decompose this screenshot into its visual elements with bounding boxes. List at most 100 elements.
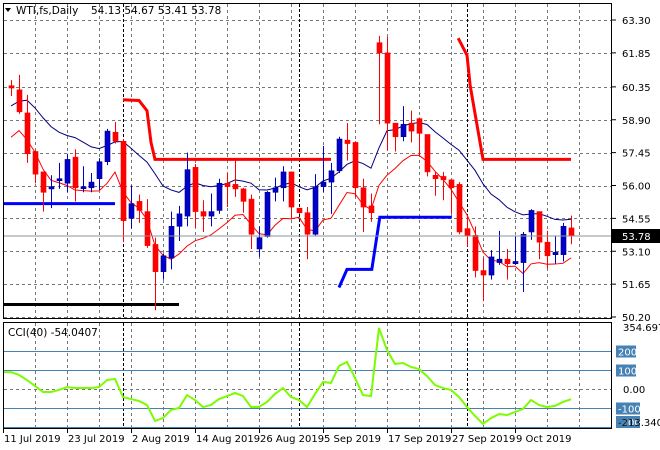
candle-body <box>192 167 199 212</box>
candle-body <box>448 179 455 189</box>
date-label: 9 Oct 2019 <box>516 434 571 445</box>
candle[interactable] <box>424 134 431 177</box>
cci-title: CCI(40) -54.0407 <box>8 327 98 339</box>
candle-body <box>8 85 15 89</box>
cci-level-label: 200 <box>618 348 637 359</box>
price-label: 61.85 <box>622 49 651 60</box>
candle-body <box>56 178 63 182</box>
candle-body <box>264 192 271 237</box>
candle-body <box>320 181 327 187</box>
date-label: 17 Sep 2019 <box>388 434 451 445</box>
candle-body <box>144 211 151 246</box>
candle-body <box>176 213 183 227</box>
candle-body <box>216 182 223 211</box>
candle[interactable] <box>296 207 303 214</box>
candle-body <box>232 184 239 190</box>
candle[interactable] <box>216 178 223 214</box>
candle[interactable] <box>456 182 463 235</box>
candle-body <box>304 212 311 235</box>
candle-body <box>528 210 535 233</box>
candle[interactable] <box>104 128 111 166</box>
price-label: 58.90 <box>622 116 651 127</box>
candle-body <box>536 211 543 243</box>
candle-body <box>112 131 119 142</box>
candle-body <box>272 187 279 193</box>
candle-body <box>152 244 159 272</box>
candle-body <box>160 255 167 272</box>
candle-body <box>464 228 471 236</box>
candle-body <box>72 156 79 189</box>
candle-body <box>48 186 55 190</box>
candle-body <box>96 161 103 180</box>
candle-body <box>488 256 495 276</box>
candle-body <box>336 138 343 172</box>
candle-body <box>328 170 335 183</box>
price-label: 63.30 <box>622 16 651 27</box>
symbol-label: WTI,fs,Daily <box>16 5 78 17</box>
candle-body <box>136 201 143 211</box>
candle[interactable] <box>264 191 271 238</box>
candle-body <box>416 118 423 134</box>
candle-body <box>352 142 359 189</box>
candle-body <box>552 252 559 255</box>
candle-body <box>168 226 175 259</box>
price-label: 54.55 <box>622 214 651 225</box>
candle-body <box>184 169 191 217</box>
cci-level-label: -100 <box>618 405 641 416</box>
candle-body <box>296 207 303 214</box>
candle[interactable] <box>336 136 343 174</box>
ohlc-values: 54.13 54.67 53.41 53.78 <box>91 5 221 17</box>
cci-max-label: 354.6973 <box>623 323 660 334</box>
candle-body <box>568 227 575 237</box>
candle-body <box>544 241 551 257</box>
date-label: 27 Sep 2019 <box>452 434 515 445</box>
candle-body <box>120 140 127 221</box>
candle-body <box>384 52 391 124</box>
date-label: 2 Aug 2019 <box>132 434 190 445</box>
candle-body <box>208 211 215 217</box>
candle-body <box>440 176 447 181</box>
candle-body <box>512 261 519 265</box>
candle-body <box>288 171 295 208</box>
price-label: 60.35 <box>622 83 651 94</box>
candle-body <box>472 235 479 271</box>
candle-body <box>16 89 23 113</box>
header: WTI,fs,Daily 54.13 54.67 53.41 53.78 <box>5 5 221 17</box>
date-label: 5 Sep 2019 <box>324 434 381 445</box>
candle-body <box>432 175 439 180</box>
candle-body <box>64 159 71 184</box>
date-label: 23 Jul 2019 <box>68 434 125 445</box>
candle-body <box>344 139 351 144</box>
date-label: 14 Aug 2019 <box>196 434 260 445</box>
candle-body <box>240 188 247 202</box>
candle-body <box>128 203 135 219</box>
candle-body <box>200 211 207 217</box>
candle-body <box>256 237 263 250</box>
candle-body <box>80 186 87 189</box>
candle-body <box>312 186 319 235</box>
candle-body <box>400 123 407 138</box>
date-label: 26 Aug 2019 <box>260 434 324 445</box>
cci-min-label: -213.340 <box>618 418 660 429</box>
candle-body <box>368 205 375 214</box>
candle-body <box>32 151 39 175</box>
price-label: 51.65 <box>622 280 651 291</box>
price-label: 53.10 <box>622 247 651 258</box>
trading-chart[interactable]: 200100-100-200 63.3061.8560.3558.9057.45… <box>0 0 660 450</box>
current-price-label: 53.78 <box>622 232 651 243</box>
candle-body <box>24 112 31 155</box>
candle-body <box>456 184 463 233</box>
candle-body <box>424 134 431 173</box>
candle-body <box>248 198 255 235</box>
cci-level-label: 100 <box>618 367 637 378</box>
candle-body <box>392 122 399 138</box>
cci-zero-label: 0.00 <box>623 385 645 396</box>
candle-body <box>88 181 95 189</box>
cci-min-label-layer: -213.340 <box>618 418 660 429</box>
candle-body <box>280 171 287 189</box>
candle-body <box>560 226 567 255</box>
candle-body <box>40 171 47 193</box>
price-label: 56.00 <box>622 182 651 193</box>
candle-body <box>376 42 383 54</box>
candle-body <box>224 182 231 187</box>
